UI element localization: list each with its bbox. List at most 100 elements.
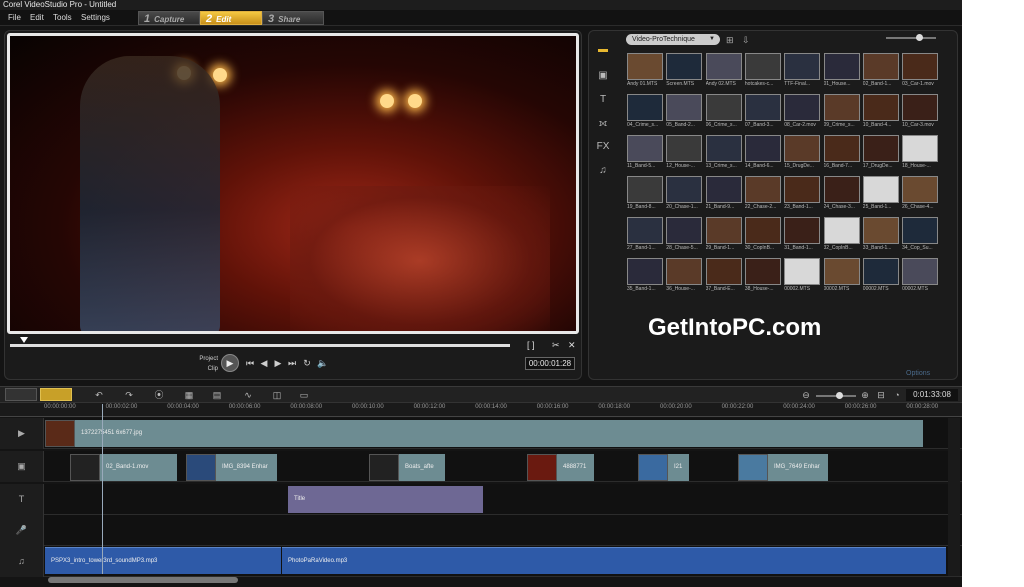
fit-project-icon[interactable]: ⊟ <box>876 389 886 401</box>
menu-file[interactable]: File <box>8 10 21 26</box>
overlay-clip[interactable]: 02_Band-1.mov <box>100 454 177 481</box>
library-thumbnail[interactable]: 10_Band-4... <box>862 94 899 132</box>
close-icon[interactable]: ✕ <box>568 340 576 351</box>
library-thumbnail[interactable]: 29_Band-1... <box>705 217 742 255</box>
library-thumbnail[interactable]: 33_Band-1... <box>862 217 899 255</box>
transition-icon[interactable]: ⟗ <box>596 118 610 130</box>
library-thumbnail[interactable]: 00002.MTS <box>784 258 821 296</box>
media-folder-icon[interactable]: ▬ <box>596 44 610 56</box>
timecode-display[interactable]: 00:00:01:28 <box>525 357 575 370</box>
music-track-header[interactable]: ♫ <box>0 546 44 577</box>
overlay-clip[interactable]: 4888771 <box>557 454 594 481</box>
video-clip[interactable]: 1372275451 6x677.jpg <box>75 420 923 447</box>
library-thumbnail[interactable]: 14_Band-6... <box>744 135 781 173</box>
overlay-clip[interactable]: IMG_7649 Enhar <box>768 454 828 481</box>
library-thumbnail[interactable]: TTF-Final... <box>784 53 821 91</box>
library-thumbnail[interactable]: 13_Crime_s... <box>705 135 742 173</box>
mixer-icon[interactable]: ▦ <box>182 389 196 401</box>
library-thumbnail[interactable]: 31_Band-1... <box>784 217 821 255</box>
voice-track-header[interactable]: 🎤 <box>0 515 44 546</box>
library-thumbnail[interactable]: 35_Band-1... <box>627 258 663 296</box>
overlay-clip[interactable]: IMG_8394 Enhar <box>216 454 277 481</box>
library-thumbnail[interactable]: 36_House-... <box>666 258 703 296</box>
library-thumbnail[interactable]: 07_Band-3... <box>744 94 781 132</box>
zoom-in-icon[interactable]: ⊕ <box>860 389 870 401</box>
library-thumbnail[interactable]: 19_Band-8... <box>627 176 663 214</box>
scrub-handle[interactable] <box>20 337 28 343</box>
library-folder-select[interactable]: Video-ProTechnique ▼ <box>626 34 720 45</box>
library-thumbnail[interactable]: 00002.MTS <box>823 258 860 296</box>
overlay-clip[interactable]: Boats_afte <box>399 454 445 481</box>
scrub-bar[interactable] <box>10 344 510 347</box>
library-thumbnail[interactable]: Andy 02.MTS <box>705 53 742 91</box>
home-icon[interactable]: ⏮ <box>245 357 255 369</box>
end-icon[interactable]: ⏭ <box>287 357 297 369</box>
library-thumbnail[interactable]: Screen.MTS <box>666 53 703 91</box>
library-thumbnail[interactable]: 27_Band-1... <box>627 217 663 255</box>
library-thumbnail[interactable]: Andy 01.MTS <box>627 53 663 91</box>
library-thumbnail[interactable]: 22_Chase-2... <box>744 176 781 214</box>
title-track-header[interactable]: T <box>0 484 44 515</box>
audio-icon[interactable]: ♫ <box>596 165 610 177</box>
timeline-vertical-scrollbar[interactable] <box>948 418 960 576</box>
zoom-out-icon[interactable]: ⊖ <box>801 389 811 401</box>
play-button[interactable]: ▶ <box>221 354 239 372</box>
timeline-horizontal-scrollbar[interactable] <box>48 577 238 583</box>
audio-clip[interactable]: PhotoPaRaVideo.mp3 <box>282 547 946 574</box>
timeline-view-button[interactable] <box>40 388 72 401</box>
audio-waveform-icon[interactable]: ∿ <box>240 389 256 401</box>
subtitle-icon[interactable]: ▭ <box>297 389 311 401</box>
timeline-playhead[interactable] <box>102 404 103 574</box>
library-thumbnail[interactable]: 02_Band-1... <box>862 53 899 91</box>
library-thumbnail[interactable]: 06_Crime_s... <box>705 94 742 132</box>
step-tab-edit[interactable]: 2 Edit <box>200 11 262 25</box>
overlay-clip[interactable]: I21 <box>668 454 689 481</box>
library-thumbnail[interactable]: 12_House-... <box>666 135 703 173</box>
library-thumbnail[interactable]: 21_Band-9... <box>705 176 742 214</box>
mode-clip[interactable]: Clip <box>190 364 218 374</box>
audio-clip[interactable]: PSPX3_intro_tower3rd_soundMP3.mp3 <box>45 547 281 574</box>
menu-edit[interactable]: Edit <box>30 10 44 26</box>
library-thumbnail[interactable]: 01_House... <box>823 53 860 91</box>
library-thumbnail[interactable]: 00002.MTS <box>902 258 939 296</box>
library-thumbnail[interactable]: 18_House-... <box>902 135 939 173</box>
title-icon[interactable]: T <box>596 94 610 106</box>
library-thumbnail[interactable]: 00002.MTS <box>862 258 899 296</box>
library-thumbnail[interactable]: 30_CopInB... <box>744 217 781 255</box>
library-thumbnail[interactable]: 11_Band-5... <box>627 135 663 173</box>
redo-icon[interactable]: ↷ <box>123 389 135 401</box>
auto-music-icon[interactable]: ▤ <box>210 389 224 401</box>
library-thumbnail[interactable]: 16_Band-7... <box>823 135 860 173</box>
play-mode-labels[interactable]: Project Clip <box>190 354 218 374</box>
timeline-zoom-knob[interactable] <box>836 392 843 399</box>
library-thumbnail[interactable]: 26_Chase-4... <box>902 176 939 214</box>
library-thumbnail[interactable]: 03_Car-1.mov <box>902 53 939 91</box>
step-tab-share[interactable]: 3 Share <box>262 11 324 25</box>
library-thumbnail[interactable]: 38_House-... <box>744 258 781 296</box>
import-folder-icon[interactable]: ⊞ <box>726 35 734 46</box>
record-capture-icon[interactable]: ⦿ <box>152 389 166 401</box>
undo-icon[interactable]: ↶ <box>93 389 105 401</box>
library-thumbnail[interactable]: 15_DrugDe... <box>784 135 821 173</box>
library-thumbnail[interactable]: 32_CopInB... <box>823 217 860 255</box>
next-frame-icon[interactable]: ▶ <box>273 357 283 369</box>
menu-tools[interactable]: Tools <box>53 10 72 26</box>
library-thumbnail[interactable]: 34_Cop_Su... <box>902 217 939 255</box>
library-thumbnail[interactable]: 10_Car-3.mov <box>902 94 939 132</box>
library-thumbnail[interactable]: 17_DrugDe... <box>862 135 899 173</box>
fx-icon[interactable]: FX <box>596 141 610 153</box>
library-thumbnail[interactable]: 28_Chase-5... <box>666 217 703 255</box>
volume-icon[interactable]: 🔈 <box>317 357 328 369</box>
repeat-icon[interactable]: ↻ <box>302 357 312 369</box>
title-clip[interactable]: Title <box>288 486 483 513</box>
library-thumbnail[interactable]: 25_Band-1... <box>862 176 899 214</box>
library-thumbnail[interactable]: 08_Car-2.mov <box>784 94 821 132</box>
overlay-track-header[interactable]: ▣ <box>0 451 44 482</box>
library-thumbnail[interactable]: 05_Band-2... <box>666 94 703 132</box>
step-tab-capture[interactable]: 1 Capture <box>138 11 200 25</box>
library-thumbnail[interactable]: 09_Crime_s... <box>823 94 860 132</box>
library-thumbnail[interactable]: 37_Band-E... <box>705 258 742 296</box>
thumbnail-zoom-slider[interactable] <box>886 37 936 39</box>
library-thumbnail[interactable]: 04_Crime_s... <box>627 94 663 132</box>
instant-project-icon[interactable]: ▣ <box>596 70 610 82</box>
